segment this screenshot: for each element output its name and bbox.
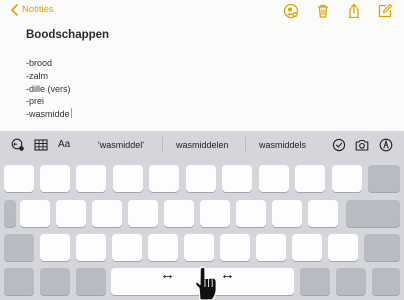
back-button-label: Notities xyxy=(22,4,54,15)
key[interactable] xyxy=(40,165,70,192)
globe-key[interactable] xyxy=(40,268,70,295)
key[interactable] xyxy=(112,234,142,261)
note-line[interactable]: -prei xyxy=(26,95,72,108)
note-line-text: -wasmidde xyxy=(26,109,70,120)
key[interactable] xyxy=(113,165,143,192)
note-line-active[interactable]: -wasmidde xyxy=(26,108,72,121)
key[interactable] xyxy=(200,200,230,227)
key[interactable] xyxy=(256,234,286,261)
key[interactable] xyxy=(128,200,158,227)
markup-pen-icon[interactable] xyxy=(379,138,393,152)
table-icon[interactable] xyxy=(34,138,48,152)
format-button[interactable]: Aa xyxy=(58,139,70,150)
numbers-key[interactable] xyxy=(4,268,34,295)
key[interactable] xyxy=(272,200,302,227)
key[interactable] xyxy=(259,165,289,192)
numbers-key-right[interactable] xyxy=(300,268,330,295)
note-title[interactable]: Boodschappen xyxy=(26,29,109,41)
share-icon[interactable] xyxy=(346,3,362,19)
compose-icon[interactable] xyxy=(377,3,393,19)
key[interactable] xyxy=(295,165,325,192)
key[interactable] xyxy=(372,268,400,295)
add-person-icon[interactable] xyxy=(283,3,299,19)
note-line[interactable]: -dille (vers) xyxy=(26,83,72,96)
key[interactable] xyxy=(186,165,216,192)
checklist-icon[interactable] xyxy=(332,138,346,152)
shift-key-right[interactable] xyxy=(364,234,400,261)
key[interactable] xyxy=(308,200,338,227)
suggestion-3[interactable]: wasmiddels xyxy=(259,140,306,150)
tab-key[interactable] xyxy=(4,200,16,227)
key[interactable] xyxy=(328,234,358,261)
suggestion-divider xyxy=(162,137,163,152)
key[interactable] xyxy=(76,234,106,261)
key[interactable] xyxy=(236,200,266,227)
suggestion-1[interactable]: 'wasmiddel' xyxy=(98,140,144,150)
undo-clipboard-icon[interactable] xyxy=(11,138,25,152)
note-line[interactable]: -brood xyxy=(26,57,72,70)
text-cursor xyxy=(70,108,72,119)
key[interactable] xyxy=(164,200,194,227)
key[interactable] xyxy=(149,165,179,192)
key[interactable] xyxy=(56,200,86,227)
trash-icon[interactable] xyxy=(315,3,331,19)
key[interactable] xyxy=(292,234,322,261)
backspace-key[interactable] xyxy=(368,165,400,192)
suggestion-divider xyxy=(245,137,246,152)
key[interactable] xyxy=(76,165,106,192)
key[interactable] xyxy=(40,234,70,261)
keyboard-hide-key[interactable] xyxy=(336,268,366,295)
dictation-key[interactable] xyxy=(76,268,106,295)
back-button[interactable]: Notities xyxy=(10,4,54,16)
suggestion-2[interactable]: wasmiddelen xyxy=(176,140,229,150)
camera-icon[interactable] xyxy=(355,138,369,152)
note-line[interactable]: -zalm xyxy=(26,70,72,83)
key[interactable] xyxy=(332,165,362,192)
key[interactable] xyxy=(220,234,250,261)
return-key[interactable] xyxy=(346,200,400,227)
note-body[interactable]: -brood -zalm -dille (vers) -prei -wasmid… xyxy=(26,57,72,121)
key[interactable] xyxy=(148,234,178,261)
key[interactable] xyxy=(92,200,122,227)
pointing-hand-icon xyxy=(194,266,217,300)
key[interactable] xyxy=(4,165,34,192)
arrow-left-right-icon: ↔ xyxy=(160,266,175,283)
shortcut-bar: Aa 'wasmiddel' wasmiddelen wasmiddels xyxy=(0,131,404,159)
chevron-left-icon xyxy=(11,4,18,16)
navigation-bar: Notities xyxy=(0,0,404,22)
key[interactable] xyxy=(20,200,50,227)
shift-key-left[interactable] xyxy=(4,234,34,261)
key[interactable] xyxy=(222,165,252,192)
key[interactable] xyxy=(184,234,214,261)
